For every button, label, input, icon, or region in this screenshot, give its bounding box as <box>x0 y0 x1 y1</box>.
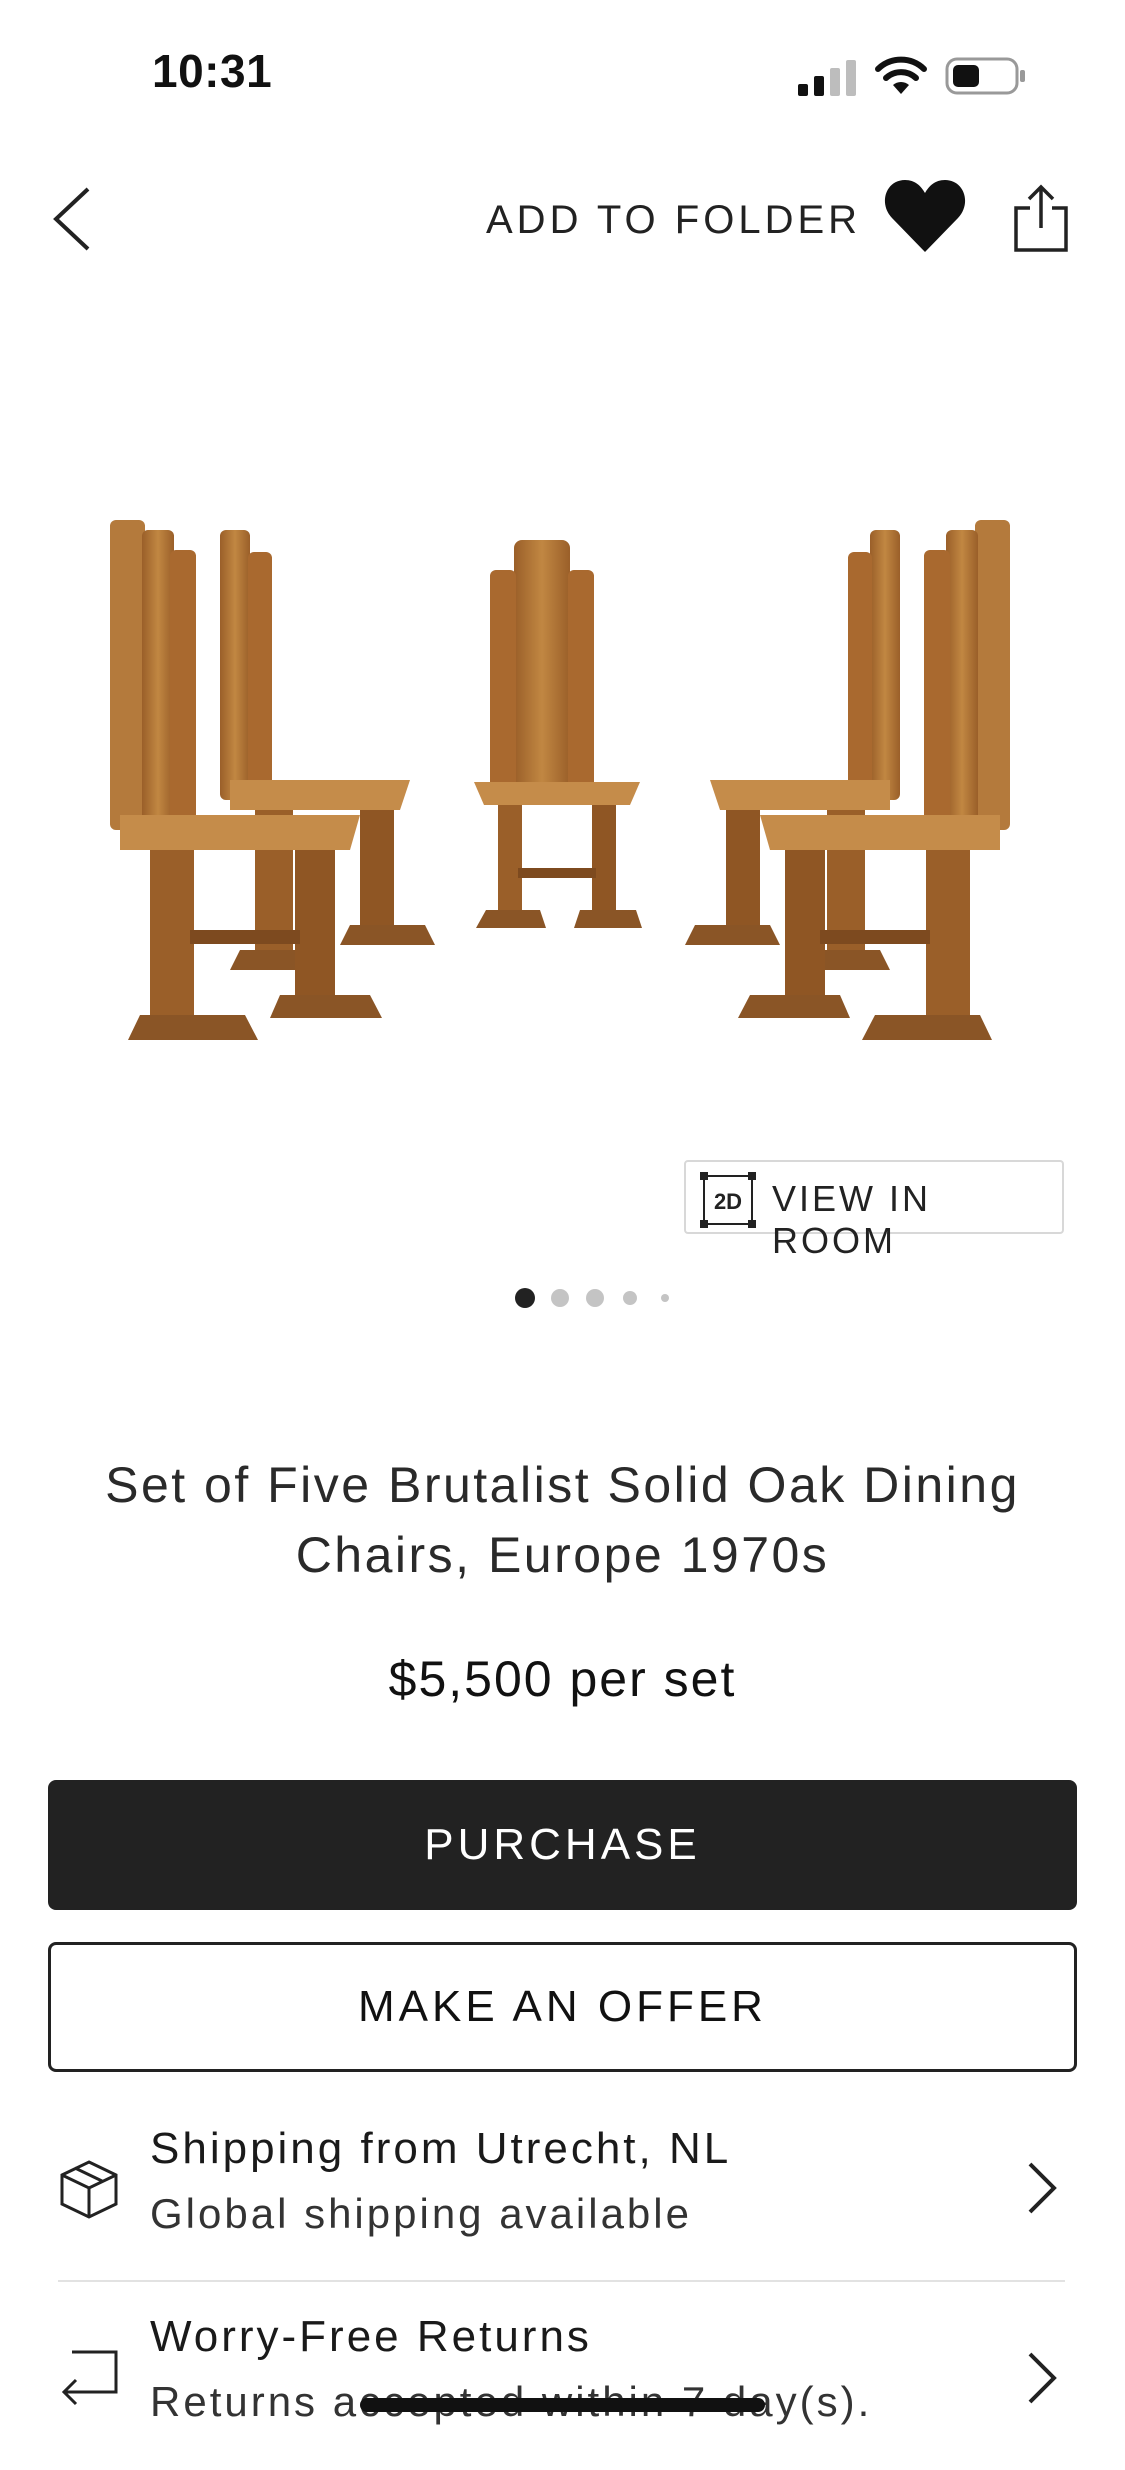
page-dot <box>623 1291 637 1305</box>
cellular-signal-icon <box>798 60 856 96</box>
make-offer-button[interactable]: MAKE AN OFFER <box>48 1942 1077 2072</box>
view-in-room-label: VIEW IN ROOM <box>772 1178 932 1261</box>
wifi-icon <box>875 56 927 94</box>
product-image[interactable] <box>80 500 1040 1060</box>
package-icon <box>60 2160 118 2219</box>
home-indicator[interactable] <box>360 2398 765 2412</box>
chevron-right-icon <box>1028 2162 1057 2214</box>
returns-row[interactable]: Worry-Free Returns Returns accepted with… <box>0 2290 1125 2470</box>
back-chevron-icon[interactable] <box>50 185 94 253</box>
shipping-subtitle: Global shipping available <box>150 2190 692 2237</box>
shipping-title: Shipping from Utrecht, NL <box>150 2124 732 2173</box>
image-pagination[interactable] <box>515 1288 680 1308</box>
page-dot-active <box>515 1288 535 1308</box>
add-to-folder-button[interactable]: ADD TO FOLDER <box>486 198 861 243</box>
page-dot <box>586 1289 604 1307</box>
heart-icon[interactable] <box>884 176 966 254</box>
divider <box>58 2280 1065 2282</box>
purchase-button[interactable]: PURCHASE <box>48 1780 1077 1910</box>
chevron-right-icon <box>1028 2352 1057 2404</box>
return-arrow-icon <box>61 2350 118 2406</box>
page-dot <box>551 1289 569 1307</box>
battery-icon <box>945 57 1025 95</box>
view-2d-badge: 2D <box>714 1189 742 1214</box>
status-time: 10:31 <box>152 45 273 97</box>
view-in-room-button[interactable]: 2D VIEW IN ROOM <box>684 1160 1064 1261</box>
view-2d-icon: 2D <box>700 1172 756 1228</box>
page-dot <box>661 1294 669 1302</box>
share-icon[interactable] <box>1012 184 1070 252</box>
chair-center <box>474 540 642 928</box>
shipping-row[interactable]: Shipping from Utrecht, NL Global shippin… <box>0 2100 1125 2280</box>
product-price: $5,500 per set <box>388 1651 737 1707</box>
returns-title: Worry-Free Returns <box>150 2312 592 2361</box>
product-title: Set of Five Brutalist Solid Oak Dining C… <box>105 1457 1020 1583</box>
